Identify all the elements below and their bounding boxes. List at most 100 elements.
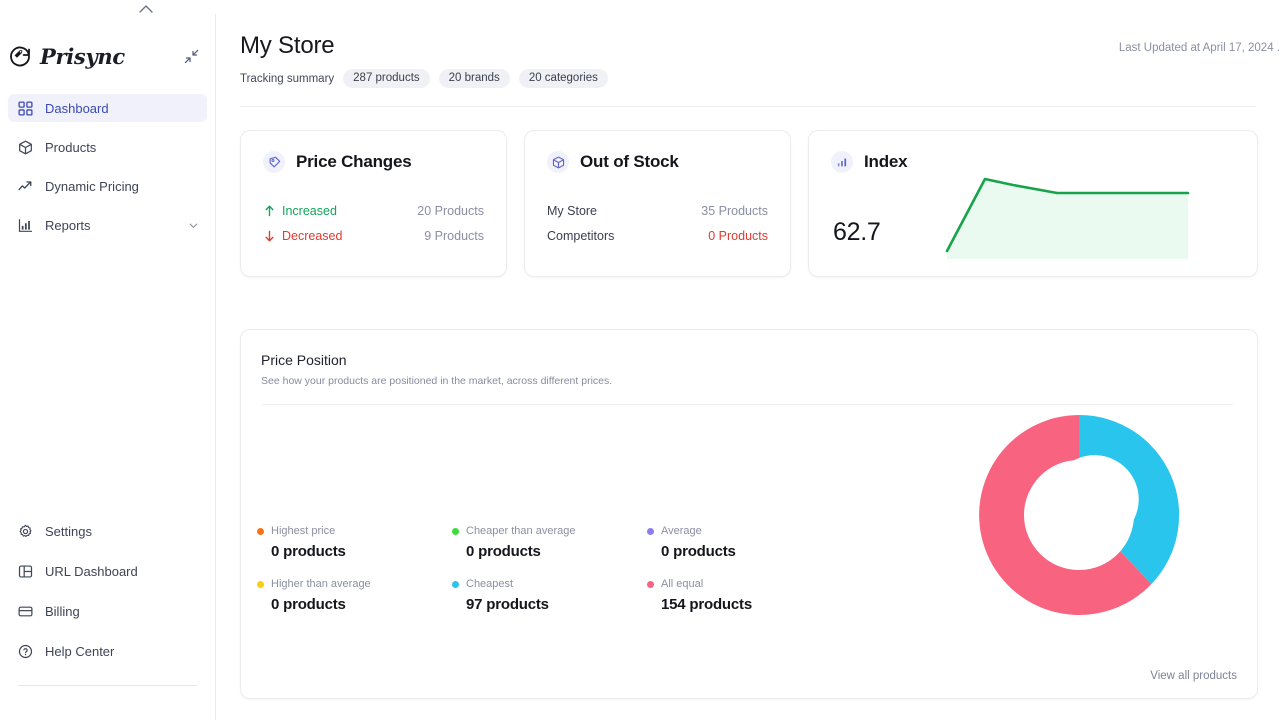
legend-value: 97 products xyxy=(466,596,647,613)
price-position-donut-chart: 39% 62% xyxy=(901,405,1257,677)
legend-value: 0 products xyxy=(661,543,901,560)
legend-label: Cheapest xyxy=(466,578,513,590)
card-row-value: 9 Products xyxy=(424,229,484,243)
trend-up-icon xyxy=(16,177,34,195)
card-row-label: Competitors xyxy=(547,229,614,243)
pill-brands[interactable]: 20 brands xyxy=(439,69,510,88)
arrow-down-icon xyxy=(263,230,275,242)
prisync-logo-icon xyxy=(8,44,32,68)
donut-label-cheapest: 39% xyxy=(1055,483,1077,495)
legend-dot xyxy=(452,528,459,535)
box-icon xyxy=(547,151,569,173)
legend-value: 0 products xyxy=(466,543,647,560)
page-title: My Store xyxy=(240,32,1256,60)
sidebar-item-label: Dashboard xyxy=(45,101,109,116)
sidebar-secondary-nav: Settings URL Dashboard xyxy=(0,517,215,720)
sidebar-item-dynamic-pricing[interactable]: Dynamic Pricing xyxy=(8,172,207,200)
grid-icon xyxy=(16,99,34,117)
tracking-summary: Tracking summary 287 products 20 brands … xyxy=(240,69,1256,88)
legend-item-higher-than-average: Higher than average 0 products xyxy=(257,578,452,631)
legend-item-all-equal: All equal 154 products xyxy=(647,578,901,631)
legend-dot xyxy=(257,528,264,535)
legend-value: 154 products xyxy=(661,596,901,613)
card-row-my-store: My Store 35 Products xyxy=(547,198,768,223)
card-row-decreased: Decreased 9 Products xyxy=(263,223,484,248)
price-position-legend: Highest price 0 products Cheaper than av… xyxy=(241,479,901,677)
card-row-competitors: Competitors 0 Products xyxy=(547,223,768,248)
card-row-value: 20 Products xyxy=(417,204,484,218)
arrow-up-icon xyxy=(263,205,275,217)
sidebar-item-dashboard[interactable]: Dashboard xyxy=(8,94,207,122)
view-all-products-link[interactable]: View all products xyxy=(1150,670,1237,682)
legend-dot xyxy=(257,581,264,588)
sidebar: Prisync xyxy=(0,14,216,720)
gear-icon xyxy=(16,522,34,540)
pill-categories[interactable]: 20 categories xyxy=(519,69,608,88)
index-sparkline-chart xyxy=(939,159,1249,274)
card-price-changes[interactable]: Price Changes Increased xyxy=(240,130,507,277)
last-updated-text: Last Updated at April 17, 2024 . xyxy=(1119,42,1280,54)
card-title: Index xyxy=(864,152,907,172)
sidebar-item-label: Billing xyxy=(45,604,80,619)
legend-label: Cheaper than average xyxy=(466,525,575,537)
chevron-down-icon[interactable] xyxy=(187,219,199,231)
sidebar-item-label: Dynamic Pricing xyxy=(45,179,139,194)
card-row-increased: Increased 20 Products xyxy=(263,198,484,223)
page-header: My Store Tracking summary 287 products 2… xyxy=(216,14,1280,88)
sidebar-item-label: Settings xyxy=(45,524,92,539)
sidebar-item-label: Reports xyxy=(45,218,91,233)
legend-label: Average xyxy=(661,525,702,537)
card-index[interactable]: Index 62.7 xyxy=(808,130,1258,277)
sidebar-item-settings[interactable]: Settings xyxy=(8,517,207,545)
legend-dot xyxy=(452,581,459,588)
sidebar-item-billing[interactable]: Billing xyxy=(8,597,207,625)
index-value: 62.7 xyxy=(833,218,880,247)
tracking-summary-label: Tracking summary xyxy=(240,73,334,85)
sidebar-item-label: URL Dashboard xyxy=(45,564,138,579)
card-row-label: Increased xyxy=(282,204,337,218)
panel-body: Highest price 0 products Cheaper than av… xyxy=(241,405,1257,677)
card-row-value: 0 Products xyxy=(708,229,768,243)
card-row-value: 35 Products xyxy=(701,204,768,218)
pill-products[interactable]: 287 products xyxy=(343,69,430,88)
sidebar-item-label: Help Center xyxy=(45,644,114,659)
panel-header: Price Position See how your products are… xyxy=(241,330,1257,405)
legend-item-cheaper-than-average: Cheaper than average 0 products xyxy=(452,525,647,578)
card-row-label: My Store xyxy=(547,204,597,218)
price-position-panel: Price Position See how your products are… xyxy=(240,329,1258,699)
donut-label-all-equal: 62% xyxy=(928,538,950,550)
brand-row: Prisync xyxy=(0,30,215,82)
layout-panel-icon xyxy=(16,562,34,580)
legend-label: All equal xyxy=(661,578,703,590)
card-title: Out of Stock xyxy=(580,152,679,172)
sidebar-item-reports[interactable]: Reports xyxy=(8,211,207,239)
panel-title: Price Position xyxy=(261,352,1233,368)
legend-item-average: Average 0 products xyxy=(647,525,901,578)
legend-dot xyxy=(647,528,654,535)
legend-value: 0 products xyxy=(271,543,452,560)
legend-item-cheapest: Cheapest 97 products xyxy=(452,578,647,631)
card-header: Out of Stock xyxy=(547,151,768,173)
bar-chart-icon xyxy=(831,151,853,173)
sidebar-item-label: Products xyxy=(45,140,96,155)
legend-label: Highest price xyxy=(271,525,335,537)
sidebar-item-url-dashboard[interactable]: URL Dashboard xyxy=(8,557,207,585)
sidebar-item-help-center[interactable]: Help Center xyxy=(8,637,207,665)
card-rows: My Store 35 Products Competitors 0 Produ… xyxy=(547,198,768,248)
legend-item-highest-price: Highest price 0 products xyxy=(257,525,452,578)
collapse-sidebar-icon[interactable] xyxy=(181,46,201,66)
panel-subtitle: See how your products are positioned in … xyxy=(261,375,1233,387)
sidebar-item-products[interactable]: Products xyxy=(8,133,207,161)
card-row-label: Decreased xyxy=(282,229,342,243)
sidebar-primary-nav: Dashboard Products xyxy=(0,94,215,239)
legend-dot xyxy=(647,581,654,588)
brand-name: Prisync xyxy=(40,44,125,69)
legend-label: Higher than average xyxy=(271,578,371,590)
credit-card-icon xyxy=(16,602,34,620)
card-out-of-stock[interactable]: Out of Stock My Store 35 Products Compet… xyxy=(524,130,791,277)
panel-footer: View all products xyxy=(241,654,1257,698)
price-tag-icon xyxy=(263,151,285,173)
legend-value: 0 products xyxy=(271,596,452,613)
question-circle-icon xyxy=(16,642,34,660)
main-content: My Store Tracking summary 287 products 2… xyxy=(216,14,1280,720)
